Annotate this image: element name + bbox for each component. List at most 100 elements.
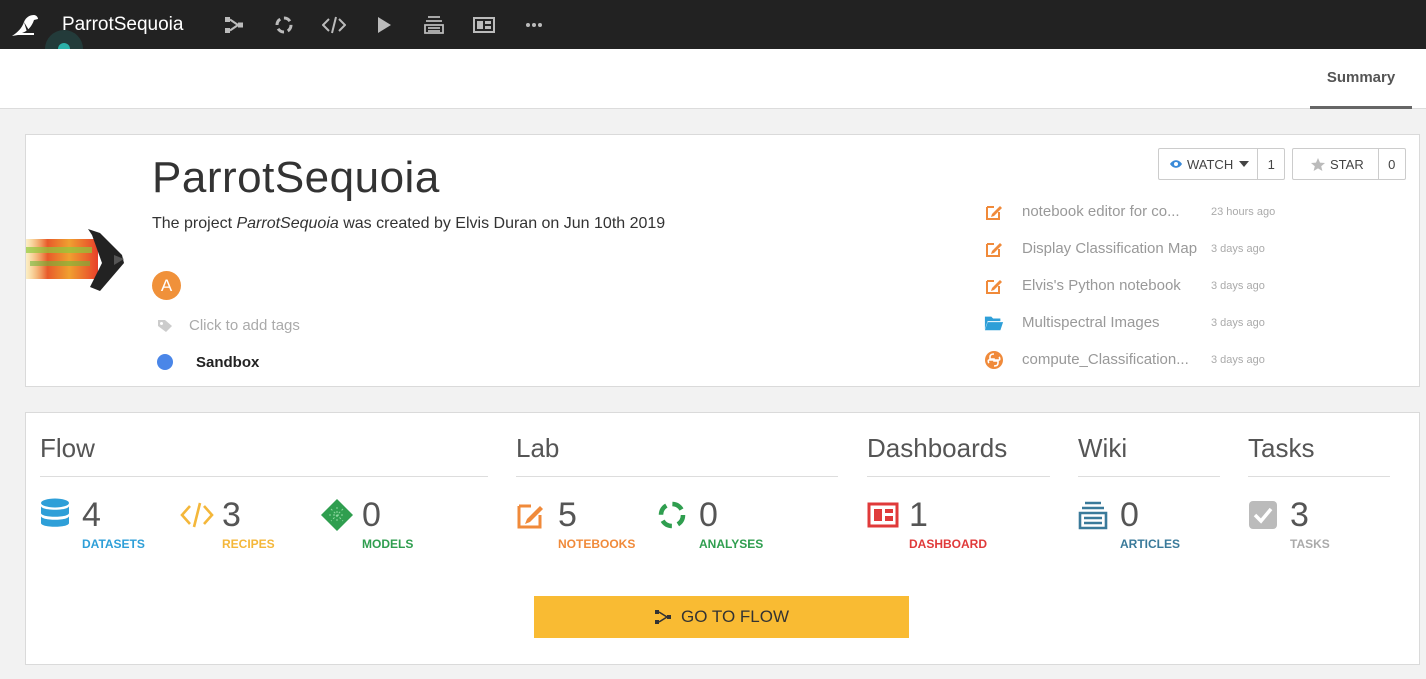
project-description: The project ParrotSequoia was created by… (152, 215, 665, 233)
watch-label: WATCH (1187, 156, 1234, 172)
section-title-tasks[interactable]: Tasks (1248, 433, 1390, 477)
activity-time: 3 days ago (1211, 353, 1265, 366)
sub-navbar: Summary (0, 49, 1426, 109)
wiki-icon[interactable] (409, 0, 459, 49)
notebooks-icon (516, 495, 552, 535)
activity-name: notebook editor for co... (1022, 203, 1180, 220)
more-icon[interactable] (509, 0, 559, 49)
project-status-label[interactable]: Sandbox (196, 354, 259, 371)
activity-name: Multispectral Images (1022, 314, 1160, 331)
desc-project-name: ParrotSequoia (236, 215, 339, 232)
eye-icon (1170, 160, 1182, 168)
section-title-flow[interactable]: Flow (40, 433, 488, 477)
tab-summary[interactable]: Summary (1310, 49, 1412, 109)
desc-prefix: The project (152, 215, 237, 232)
dashboards-section: Dashboards (867, 433, 1050, 477)
notebook-icon (984, 276, 1004, 296)
watch-button[interactable]: WATCH (1159, 149, 1259, 179)
analyses-icon[interactable] (259, 0, 309, 49)
models-icon (320, 495, 356, 535)
project-thumbnail[interactable] (26, 225, 136, 295)
notebooks-label: NOTEBOOKS (558, 537, 636, 551)
project-stats-card: Flow Lab Dashboards Wiki Tasks 4 DATASET… (25, 412, 1420, 665)
articles-icon (1078, 495, 1114, 535)
tasks-count: 3 (1290, 496, 1309, 534)
tag-icon (157, 319, 173, 338)
notebook-icon (984, 239, 1004, 259)
activity-time: 3 days ago (1211, 279, 1265, 292)
activity-time: 3 days ago (1211, 242, 1265, 255)
activity-item[interactable]: Multispectral Images 3 days ago (984, 304, 1404, 341)
articles-count: 0 (1120, 496, 1139, 534)
stat-analyses[interactable]: 0 ANALYSES (657, 495, 763, 551)
analyses-icon (657, 495, 693, 535)
stat-tasks[interactable]: 3 TASKS (1248, 495, 1330, 551)
analyses-count: 0 (699, 496, 718, 534)
activity-item[interactable]: notebook editor for co... 23 hours ago (984, 193, 1404, 230)
recipes-label: RECIPES (222, 537, 275, 551)
stat-articles[interactable]: 0 ARTICLES (1078, 495, 1180, 551)
dashboards-count: 1 (909, 496, 928, 534)
project-name-link[interactable]: ParrotSequoia (62, 14, 183, 36)
run-icon[interactable] (359, 0, 409, 49)
desc-suffix: was created by Elvis Duran on Jun 10th 2… (338, 215, 666, 232)
dashboards-icon (867, 495, 903, 535)
watch-count[interactable]: 1 (1258, 149, 1284, 179)
star-count[interactable]: 0 (1379, 149, 1405, 179)
stat-datasets[interactable]: 4 DATASETS (40, 495, 145, 551)
bird-logo-icon[interactable] (0, 0, 50, 49)
tasks-label: TASKS (1290, 537, 1330, 551)
star-label: STAR (1330, 156, 1364, 172)
section-title-dashboards[interactable]: Dashboards (867, 433, 1050, 477)
activity-name: Display Classification Map (1022, 240, 1198, 257)
star-icon (1311, 157, 1325, 171)
flow-section: Flow (40, 433, 488, 477)
add-tags-link[interactable]: Click to add tags (189, 317, 300, 334)
tasks-checkbox-icon (1248, 495, 1284, 535)
go-to-flow-button[interactable]: GO TO FLOW (534, 596, 909, 638)
owner-avatar[interactable]: A (152, 271, 181, 300)
activity-name: compute_Classification... (1022, 351, 1189, 368)
stat-models[interactable]: 0 MODELS (320, 495, 413, 551)
top-navbar: ParrotSequoia (0, 0, 1426, 49)
articles-label: ARTICLES (1120, 537, 1180, 551)
recent-activity-list: notebook editor for co... 23 hours ago D… (984, 193, 1404, 378)
star-button[interactable]: STAR (1293, 149, 1379, 179)
flow-icon (655, 610, 671, 624)
project-title: ParrotSequoia (152, 153, 440, 202)
stat-notebooks[interactable]: 5 NOTEBOOKS (516, 495, 635, 551)
recipes-count: 3 (222, 496, 241, 534)
datasets-count: 4 (82, 496, 101, 534)
activity-time: 3 days ago (1211, 316, 1265, 329)
activity-item[interactable]: Display Classification Map 3 days ago (984, 230, 1404, 267)
recipes-icon (180, 495, 216, 535)
python-recipe-icon (984, 350, 1004, 370)
activity-name: Elvis's Python notebook (1022, 277, 1181, 294)
datasets-icon (40, 495, 76, 535)
analyses-label: ANALYSES (699, 537, 764, 551)
tasks-section: Tasks (1248, 433, 1390, 477)
flow-icon[interactable] (209, 0, 259, 49)
wiki-section: Wiki (1078, 433, 1220, 477)
section-title-lab[interactable]: Lab (516, 433, 838, 477)
stat-recipes[interactable]: 3 RECIPES (180, 495, 275, 551)
models-count: 0 (362, 496, 381, 534)
dashboard-icon[interactable] (459, 0, 509, 49)
code-icon[interactable] (309, 0, 359, 49)
lab-section: Lab (516, 433, 838, 477)
activity-item[interactable]: compute_Classification... 3 days ago (984, 341, 1404, 378)
dashboards-label: DASHBOARD (909, 537, 987, 551)
activity-item[interactable]: Elvis's Python notebook 3 days ago (984, 267, 1404, 304)
go-to-flow-label: GO TO FLOW (681, 607, 789, 626)
folder-icon (984, 313, 1004, 333)
datasets-label: DATASETS (82, 537, 145, 551)
status-dot (157, 354, 173, 370)
activity-time: 23 hours ago (1211, 205, 1276, 218)
notebooks-count: 5 (558, 496, 577, 534)
project-summary-card: ParrotSequoia The project ParrotSequoia … (25, 134, 1420, 387)
section-title-wiki[interactable]: Wiki (1078, 433, 1220, 477)
watch-button-group: WATCH 1 (1158, 148, 1286, 180)
star-button-group: STAR 0 (1292, 148, 1406, 180)
stat-dashboards[interactable]: 1 DASHBOARD (867, 495, 987, 551)
notebook-icon (984, 202, 1004, 222)
